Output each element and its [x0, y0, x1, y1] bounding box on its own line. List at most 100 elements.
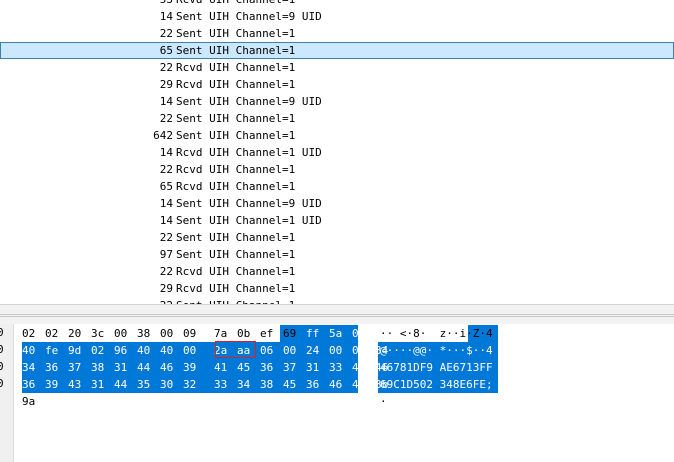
- hex-byte[interactable]: 36: [22, 376, 45, 393]
- hex-byte[interactable]: 44: [114, 376, 137, 393]
- hex-byte[interactable]: 34: [22, 359, 45, 376]
- pane-splitter[interactable]: [0, 304, 674, 324]
- hex-byte[interactable]: 00: [352, 325, 375, 342]
- hex-byte[interactable]: 38: [260, 376, 283, 393]
- packet-length: 14: [159, 10, 173, 23]
- packet-row[interactable]: 29 Rcvd UIH Channel=1: [0, 280, 674, 297]
- hex-byte[interactable]: 43: [68, 376, 91, 393]
- hex-byte[interactable]: 31: [306, 359, 329, 376]
- packet-row[interactable]: 65 Rcvd UIH Channel=1: [0, 178, 674, 195]
- hex-byte[interactable]: 00: [329, 342, 352, 359]
- hex-byte[interactable]: 00: [183, 342, 206, 359]
- hex-byte[interactable]: 02: [22, 325, 45, 342]
- hex-byte[interactable]: 46: [352, 359, 375, 376]
- packet-row[interactable]: 29 Rcvd UIH Channel=1: [0, 76, 674, 93]
- hex-byte[interactable]: 37: [283, 359, 306, 376]
- hex-byte[interactable]: 38: [91, 359, 114, 376]
- hex-byte[interactable]: 38: [137, 325, 160, 342]
- packet-length: 29: [159, 282, 173, 295]
- packet-row[interactable]: 14 Sent UIH Channel=9 UID: [0, 195, 674, 212]
- hex-byte[interactable]: 7a: [214, 325, 237, 342]
- hex-line[interactable]: 36 39 43 31 44 35 30 32 33 34 38 45 36 46 45 3b: [22, 376, 398, 393]
- hex-byte[interactable]: 37: [68, 359, 91, 376]
- packet-row[interactable]: 642 Sent UIH Channel=1: [0, 127, 674, 144]
- hex-byte[interactable]: 00: [114, 325, 137, 342]
- hex-byte[interactable]: 36: [45, 359, 68, 376]
- hex-byte[interactable]: 46: [329, 376, 352, 393]
- hex-byte[interactable]: 3c: [91, 325, 114, 342]
- hex-byte[interactable]: 02: [91, 342, 114, 359]
- packet-list[interactable]: 53Rcvd UIH Channel=114Sent UIH Channel=9…: [0, 0, 674, 304]
- hex-byte[interactable]: 30: [160, 376, 183, 393]
- ascii-line[interactable]: 46781DF9 AE6713FF: [380, 359, 493, 376]
- hex-byte[interactable]: 5a: [329, 325, 352, 342]
- hex-byte[interactable]: 00: [283, 342, 306, 359]
- packet-info: Sent UIH Channel=1: [176, 27, 296, 40]
- hex-byte[interactable]: 39: [183, 359, 206, 376]
- packet-row[interactable]: 22Sent UIH Channel=1: [0, 229, 674, 246]
- packet-length: 14: [159, 146, 173, 159]
- hex-byte[interactable]: 45: [283, 376, 306, 393]
- hex-byte[interactable]: 34: [237, 376, 260, 393]
- hex-byte[interactable]: 33: [329, 359, 352, 376]
- hex-line[interactable]: 40 fe 9d 02 96 40 40 00 2a aa 06 00 24 00 00 34: [22, 342, 398, 359]
- packet-row[interactable]: 97 Sent UIH Channel=1: [0, 246, 674, 263]
- hex-byte[interactable]: 0b: [237, 325, 260, 342]
- hex-byte[interactable]: 45: [352, 376, 375, 393]
- hex-byte[interactable]: ff: [306, 325, 329, 342]
- hex-byte[interactable]: ef: [260, 325, 283, 342]
- packet-length: 53: [113, 0, 173, 8]
- hex-byte[interactable]: 06: [260, 342, 283, 359]
- hex-byte[interactable]: 35: [137, 376, 160, 393]
- packet-info: Sent UIH Channel=1: [176, 129, 296, 142]
- hex-byte[interactable]: 39: [45, 376, 68, 393]
- packet-bytes-pane[interactable]: 0000 0202203c003800097a0bef69ff5a0034·· …: [0, 324, 674, 462]
- hex-byte[interactable]: 40: [22, 342, 45, 359]
- hex-line[interactable]: 02 02 20 3c 00 38 00 09 7a 0b ef 69 ff 5a 00 34: [22, 325, 398, 342]
- hex-byte[interactable]: 02: [45, 325, 68, 342]
- packet-row[interactable]: 22Sent UIH Channel=1: [0, 297, 674, 304]
- packet-row[interactable]: 14 Rcvd UIH Channel=1 UID: [0, 144, 674, 161]
- hex-byte[interactable]: 24: [306, 342, 329, 359]
- hex-byte[interactable]: 36: [260, 359, 283, 376]
- hex-byte[interactable]: 41: [214, 359, 237, 376]
- packet-length: 22: [159, 265, 173, 278]
- hex-byte[interactable]: 9a: [22, 393, 45, 410]
- hex-byte[interactable]: 45: [237, 359, 260, 376]
- ascii-line[interactable]: ·· <·8· z··i·Z·4: [380, 325, 493, 342]
- hex-byte[interactable]: 31: [91, 376, 114, 393]
- hex-byte[interactable]: 40: [137, 342, 160, 359]
- hex-byte[interactable]: 69: [283, 325, 306, 342]
- offset-label: 0: [0, 341, 4, 358]
- hex-byte[interactable]: fe: [45, 342, 68, 359]
- packet-row[interactable]: 22Sent UIH Channel=1: [0, 110, 674, 127]
- packet-row[interactable]: 22 Rcvd UIH Channel=1: [0, 263, 674, 280]
- hex-byte[interactable]: 09: [183, 325, 206, 342]
- hex-byte[interactable]: 31: [114, 359, 137, 376]
- packet-row[interactable]: 22 Rcvd UIH Channel=1: [0, 59, 674, 76]
- packet-row[interactable]: 22 Rcvd UIH Channel=1: [0, 161, 674, 178]
- ascii-line[interactable]: @····@@· *···$··4: [380, 342, 493, 359]
- hex-byte[interactable]: 9d: [68, 342, 91, 359]
- hex-byte[interactable]: 40: [160, 342, 183, 359]
- ascii-line[interactable]: ·: [380, 393, 387, 410]
- packet-row-selected[interactable]: 65 Sent UIH Channel=1: [0, 42, 674, 59]
- hex-line[interactable]: 34 36 37 38 31 44 46 39 41 45 36 37 31 33 46 46: [22, 359, 398, 376]
- hex-byte[interactable]: 44: [137, 359, 160, 376]
- packet-row[interactable]: 14 Sent UIH Channel=9 UID: [0, 8, 674, 25]
- hex-byte[interactable]: 46: [160, 359, 183, 376]
- hex-byte[interactable]: 96: [114, 342, 137, 359]
- packet-row[interactable]: 53Rcvd UIH Channel=1: [0, 0, 674, 8]
- hex-byte[interactable]: 00: [352, 342, 375, 359]
- hex-byte[interactable]: 00: [160, 325, 183, 342]
- packet-row[interactable]: 14 Sent UIH Channel=9 UID: [0, 93, 674, 110]
- hex-line[interactable]: 9a: [22, 393, 45, 410]
- hex-byte[interactable]: 32: [183, 376, 206, 393]
- packet-row[interactable]: 22Sent UIH Channel=1: [0, 25, 674, 42]
- packet-row[interactable]: 14 Sent UIH Channel=1 UID: [0, 212, 674, 229]
- hex-byte[interactable]: 20: [68, 325, 91, 342]
- ascii-line[interactable]: 69C1D502 348E6FE;: [380, 376, 493, 393]
- hex-byte[interactable]: 33: [214, 376, 237, 393]
- hex-byte[interactable]: 36: [306, 376, 329, 393]
- splitter-grip[interactable]: [0, 314, 674, 317]
